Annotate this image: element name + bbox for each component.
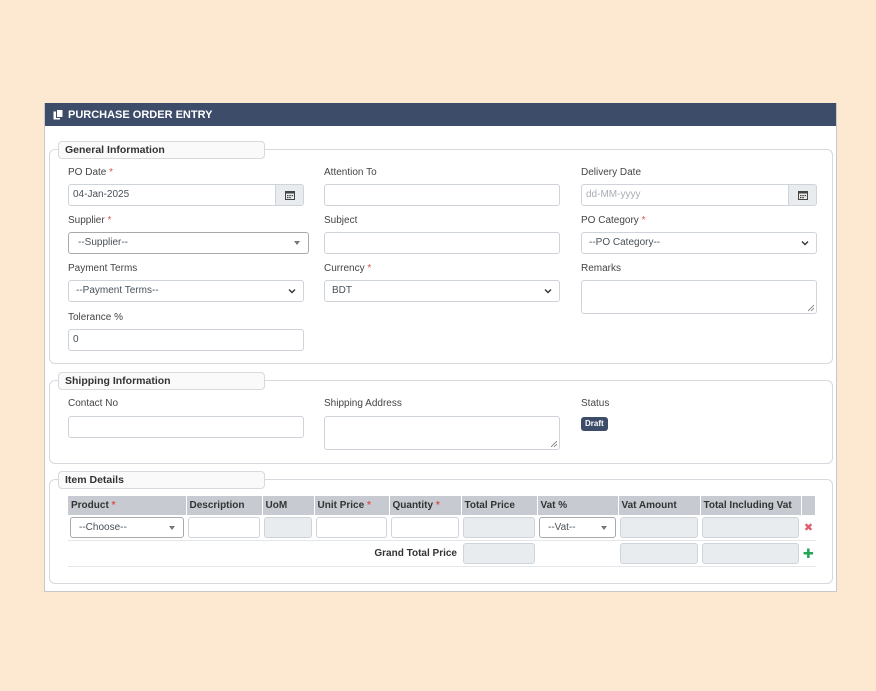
total-price-input [463, 517, 535, 538]
unit-price-input[interactable] [316, 517, 387, 538]
general-information-legend: General Information [58, 141, 265, 159]
column-header-vat-amount: Vat Amount [618, 496, 701, 515]
shipping-address-label: Shipping Address [324, 398, 402, 409]
table-row: --Choose-- --Vat-- ✖ [68, 515, 816, 541]
subject-label: Subject [324, 215, 358, 226]
total-including-vat-input [702, 517, 799, 538]
resize-handle-icon[interactable] [808, 305, 814, 311]
vat-amount-input [620, 517, 698, 538]
payment-terms-select[interactable]: --Payment Terms-- [68, 280, 304, 302]
item-details-table: Product * Description UoM Unit Price * Q… [68, 496, 817, 567]
column-header-quantity: Quantity * [389, 496, 462, 515]
caret-down-icon [601, 526, 607, 530]
delivery-date-label: Delivery Date [581, 167, 642, 178]
contact-no-label: Contact No [68, 398, 119, 409]
item-details-section: Item Details Product * Description UoM U… [49, 471, 833, 584]
panel-header: PURCHASE ORDER ENTRY [45, 103, 836, 126]
supplier-select[interactable]: --Supplier-- [68, 232, 309, 254]
column-header-total-price: Total Price [461, 496, 538, 515]
purchase-order-panel: PURCHASE ORDER ENTRY General Information… [44, 103, 837, 592]
grand-total-label: Grand Total Price [68, 540, 461, 567]
vat-select[interactable]: --Vat-- [539, 517, 616, 538]
shipping-address-textarea[interactable] [324, 416, 560, 450]
tolerance-input[interactable]: 0 [68, 329, 304, 351]
product-select[interactable]: --Choose-- [70, 517, 184, 538]
remove-row-icon[interactable]: ✖ [801, 515, 816, 541]
attention-to-input[interactable] [324, 184, 560, 206]
chevron-down-icon [801, 241, 809, 246]
po-category-label: PO Category * [581, 215, 646, 226]
add-row-icon[interactable]: ✚ [801, 540, 816, 567]
po-date-label: PO Date * [68, 167, 114, 178]
page-title: PURCHASE ORDER ENTRY [68, 108, 213, 121]
calendar-icon [284, 191, 295, 200]
column-header-description: Description [186, 496, 263, 515]
subject-input[interactable] [324, 232, 560, 254]
chevron-down-icon [288, 289, 296, 294]
shipping-information-legend: Shipping Information [58, 372, 265, 390]
shipping-information-section: Shipping Information Contact No Shipping… [49, 372, 833, 464]
remarks-textarea[interactable] [581, 280, 817, 314]
column-header-actions [801, 496, 817, 515]
grand-total-including-vat-input [702, 543, 799, 564]
resize-handle-icon[interactable] [551, 441, 557, 447]
grand-total-row: Grand Total Price ✚ [68, 540, 816, 567]
payment-terms-label: Payment Terms [68, 263, 138, 274]
status-badge: Draft [581, 417, 608, 431]
caret-down-icon [169, 526, 175, 530]
po-date-calendar-button[interactable] [275, 185, 303, 205]
delivery-date-input[interactable]: dd-MM-yyyy [581, 184, 817, 206]
calendar-icon [797, 191, 808, 200]
item-details-legend: Item Details [58, 471, 265, 489]
remarks-label: Remarks [581, 263, 622, 274]
po-date-input[interactable]: 04-Jan-2025 [68, 184, 304, 206]
column-header-unit-price: Unit Price * [314, 496, 390, 515]
grand-total-vat-amount-input [620, 543, 698, 564]
chevron-down-icon [544, 289, 552, 294]
uom-input [264, 517, 312, 538]
delivery-date-calendar-button[interactable] [788, 185, 816, 205]
quantity-input[interactable] [391, 517, 459, 538]
description-input[interactable] [188, 517, 260, 538]
column-header-uom: UoM [262, 496, 315, 515]
column-header-vat-percent: Vat % [537, 496, 619, 515]
column-header-total-including-vat: Total Including Vat [700, 496, 802, 515]
supplier-label: Supplier * [68, 215, 112, 226]
caret-down-icon [294, 241, 300, 245]
attention-to-label: Attention To [324, 167, 377, 178]
copy-document-icon [53, 109, 64, 120]
currency-select[interactable]: BDT [324, 280, 560, 302]
column-header-product: Product * [68, 496, 187, 515]
general-information-section: General Information PO Date * 04-Jan-202… [49, 141, 833, 364]
contact-no-input[interactable] [68, 416, 304, 438]
table-header-row: Product * Description UoM Unit Price * Q… [68, 496, 817, 515]
status-label: Status [581, 398, 610, 409]
po-category-select[interactable]: --PO Category-- [581, 232, 817, 254]
currency-label: Currency * [324, 263, 372, 274]
tolerance-label: Tolerance % [68, 312, 124, 323]
grand-total-price-input [463, 543, 535, 564]
